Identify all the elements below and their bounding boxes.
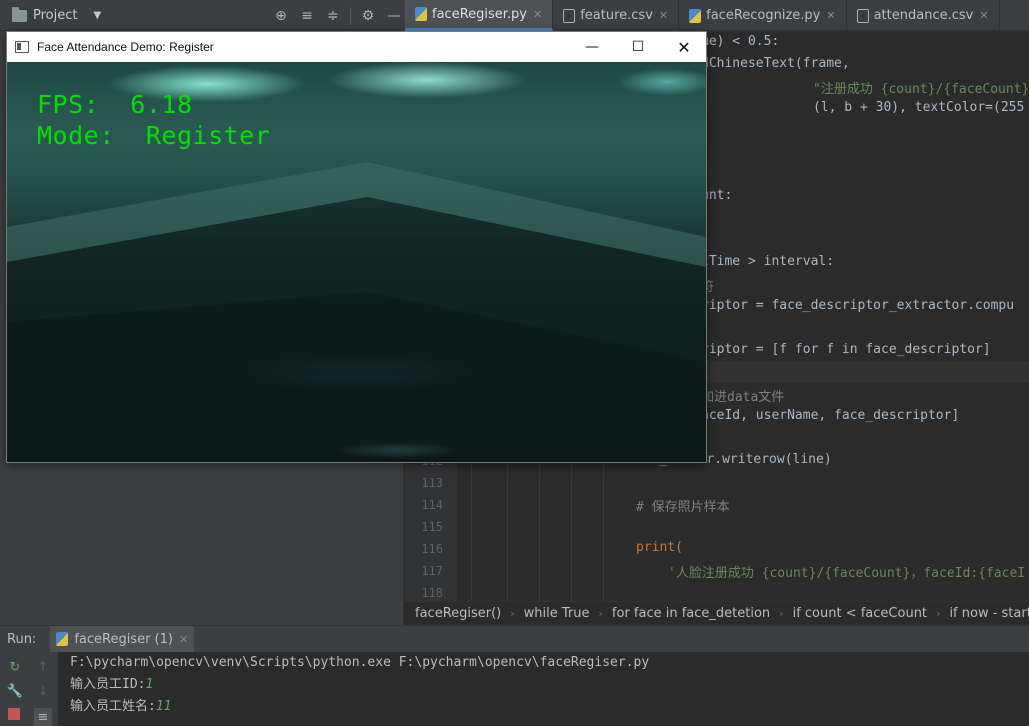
console-input: 1 [145,677,154,692]
csv-file-icon [856,8,869,23]
close-icon[interactable]: ✕ [826,9,835,22]
arrow-up-icon[interactable]: ↑ [34,658,52,676]
python-file-icon [415,7,427,21]
indent-guide [471,451,472,601]
code-line: me) < 0.5: [701,34,780,49]
line-number: 118 [421,586,443,600]
python-file-icon [56,632,69,646]
python-file-icon [689,8,702,23]
fps-overlay: FPS: 6.18 [37,90,193,119]
breadcrumb-item[interactable]: for face in face_detetion [612,606,770,621]
chevron-right-icon: › [779,607,784,620]
indent-guide [507,451,508,601]
run-tab-label: faceRegiser (1) [74,631,173,647]
console-command: F:\pycharm\opencv\venv\Scripts\python.ex… [70,655,650,670]
indent-guide [571,451,572,601]
close-icon[interactable]: ✕ [179,633,188,646]
tab-faceregiser-py[interactable]: faceRegiser.py ✕ [405,0,554,31]
code-line: tTime > interval: [701,254,835,269]
toolbar-divider [350,6,351,25]
breadcrumb: faceRegiser() › while True › for face in… [405,601,1029,625]
expand-all-icon[interactable]: ≡ [294,0,320,31]
code-comment: 加进data文件 [701,390,785,405]
hide-icon[interactable]: — [381,0,407,31]
line-number: 115 [421,520,443,534]
line-number: 114 [421,498,443,512]
indent-guide [539,451,540,601]
code-line: (l, b + 30), textColor=(255 [813,100,1025,115]
breadcrumb-item[interactable]: faceRegiser() [415,606,501,621]
line-number: 117 [421,564,443,578]
mode-overlay: Mode: Register [37,121,271,150]
tab-label: faceRegiser.py [432,6,527,22]
close-button[interactable]: ✕ [661,32,707,62]
code-line: riptor = [f for f in face_descriptor] [701,342,991,357]
tab-attendance-csv[interactable]: attendance.csv ✕ [847,0,1000,31]
chevron-down-icon[interactable]: ▼ [93,10,101,21]
maximize-button[interactable]: ☐ [615,32,661,62]
run-tab[interactable]: faceRegiser (1) ✕ [50,625,195,653]
code-line: "注册成功 {count}/{faceCount} [813,82,1029,97]
camera-window[interactable]: Face Attendance Demo: Register — ☐ ✕ FPS… [6,31,707,463]
code-line: riptor = face_descriptor_extractor.compu [701,298,1015,313]
console-line: 输入员工姓名:11 [70,696,1029,718]
chevron-right-icon: › [598,607,603,620]
close-icon[interactable]: ✕ [979,9,988,22]
minimize-button[interactable]: — [569,32,615,62]
chevron-right-icon: › [936,607,941,620]
soft-wrap-icon[interactable]: ≡ [34,708,52,726]
rerun-icon[interactable]: ↻ [6,658,24,676]
code-line: dChineseText(frame, [701,56,850,71]
code-line: print( [636,540,683,555]
console-prompt: 输入员工ID: [70,677,146,692]
toolbar-icons: ⊕ ≡ ≑ ⚙ — [268,0,407,31]
gear-icon[interactable]: ⚙ [355,0,381,31]
console-input: 11 [155,699,172,714]
camera-feed: FPS: 6.18 Mode: Register [7,62,706,462]
csv-file-icon [563,8,576,23]
breadcrumb-item[interactable]: if now - startTime > in [949,606,1029,621]
indent-guide [603,451,604,601]
collapse-all-icon[interactable]: ≑ [320,0,346,31]
window-titlebar[interactable]: Face Attendance Demo: Register — ☐ ✕ [7,32,706,62]
console-prompt: 输入员工姓名: [70,699,156,714]
stop-icon[interactable] [8,708,20,720]
tab-facerecognize-py[interactable]: faceRecognize.py ✕ [679,0,847,31]
breadcrumb-item[interactable]: while True [524,606,590,621]
breadcrumb-item[interactable]: if count < faceCount [793,606,927,621]
run-panel-header: Run: faceRegiser (1) ✕ [0,625,1029,653]
window-title: Face Attendance Demo: Register [37,40,214,54]
wrench-icon[interactable]: 🔧 [6,682,24,700]
run-side-toolbar: ↻ ↑ 🔧 ↓ ≡ [0,652,58,726]
run-console[interactable]: F:\pycharm\opencv\venv\Scripts\python.ex… [58,652,1029,726]
code-comment: # 保存照片样本 [636,500,730,515]
tab-label: faceRecognize.py [706,8,821,23]
run-label: Run: [7,631,37,647]
tab-label: feature.csv [580,8,653,23]
project-label: Project [33,8,78,23]
code-line: aceId, userName, face_descriptor] [701,408,960,423]
line-number: 113 [421,476,443,490]
arrow-down-icon[interactable]: ↓ [34,682,52,700]
top-toolbar: Project ▼ ⊕ ≡ ≑ ⚙ — faceRegiser.py ✕ fea… [0,0,1029,31]
code-line: '人脸注册成功 {count}/{faceCount}，faceId:{face… [668,566,1026,581]
project-selector[interactable]: Project ▼ [0,0,270,31]
window-icon [15,41,29,53]
chevron-right-icon: › [510,607,515,620]
close-icon[interactable]: ✕ [659,9,668,22]
tab-label: attendance.csv [873,8,974,23]
tab-feature-csv[interactable]: feature.csv ✕ [553,0,680,31]
close-icon[interactable]: ✕ [533,8,542,21]
editor-tabs: faceRegiser.py ✕ feature.csv ✕ faceRecog… [405,0,1000,31]
folder-icon [12,6,27,22]
line-number: 116 [421,542,443,556]
console-line: 输入员工ID:1 [70,674,1029,696]
locate-icon[interactable]: ⊕ [268,0,294,31]
